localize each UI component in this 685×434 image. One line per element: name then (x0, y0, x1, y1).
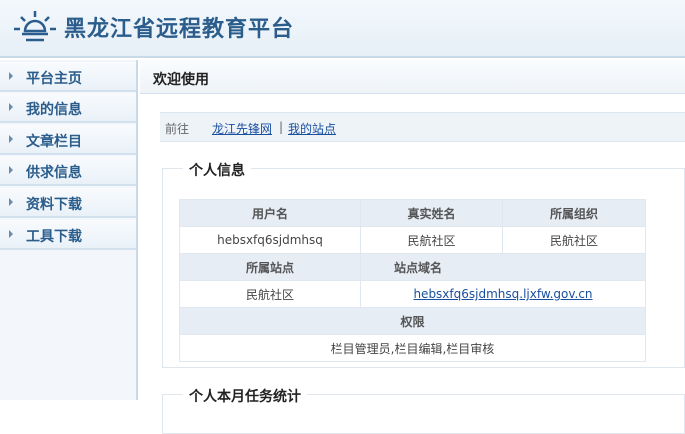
sidebar-item-label: 资料下载 (26, 197, 82, 213)
link-separator: | (279, 120, 284, 134)
sidebar-item-tools[interactable]: 工具下载 (0, 220, 136, 250)
chevron-right-icon (9, 72, 13, 80)
sidebar-item-articles[interactable]: 文章栏目 (0, 125, 136, 155)
header: 黑龙江省远程教育平台 (0, 0, 685, 58)
sidebar-item-my-info[interactable]: 我的信息 (0, 93, 136, 123)
col-header-organization: 所属组织 (502, 199, 646, 227)
personal-info-section: 个人信息 用户名 真实姓名 所属组织 hebsxfq6sjdmhsq 民航社区 … (162, 160, 685, 368)
permissions-value: 栏目管理员,栏目编辑,栏目审核 (179, 334, 646, 362)
col-header-domain: 站点域名 (360, 253, 646, 281)
domain-link[interactable]: hebsxfq6sjdmhsq.ljxfw.gov.cn (413, 287, 592, 301)
col-header-username: 用户名 (179, 199, 361, 227)
goto-label: 前往 (165, 122, 190, 136)
sidebar-item-downloads[interactable]: 资料下载 (0, 188, 136, 218)
sidebar-item-label: 我的信息 (26, 102, 82, 118)
chevron-right-icon (9, 230, 13, 238)
chevron-right-icon (9, 198, 13, 206)
welcome-title: 欢迎使用 (153, 72, 209, 88)
chevron-right-icon (9, 103, 13, 111)
personal-info-table: 用户名 真实姓名 所属组织 hebsxfq6sjdmhsq 民航社区 民航社区 … (179, 199, 646, 362)
task-stats-legend: 个人本月任务统计 (183, 386, 307, 406)
organization-value: 民航社区 (502, 226, 646, 254)
chevron-right-icon (9, 166, 13, 174)
chevron-right-icon (9, 135, 13, 143)
real-name-value: 民航社区 (360, 226, 503, 254)
site-title: 黑龙江省远程教育平台 (64, 17, 295, 42)
site-value: 民航社区 (179, 280, 361, 308)
sidebar-item-label: 平台主页 (26, 71, 82, 87)
main-content: 欢迎使用 前往 龙江先锋网 | 我的站点 个人信息 用户名 真实姓名 所属组织 … (140, 60, 685, 434)
sidebar-item-label: 文章栏目 (26, 134, 82, 150)
sidebar: 平台主页 我的信息 文章栏目 供求信息 资料下载 工具下载 (0, 60, 138, 400)
breadcrumb: 前往 龙江先锋网 | 我的站点 (160, 112, 685, 142)
sidebar-item-label: 供求信息 (26, 165, 82, 181)
sidebar-item-label: 工具下载 (26, 229, 82, 245)
col-header-permissions: 权限 (179, 307, 646, 335)
sun-logo-icon (14, 11, 56, 42)
welcome-bar: 欢迎使用 (140, 60, 685, 94)
sidebar-item-supply-demand[interactable]: 供求信息 (0, 156, 136, 186)
sidebar-item-home[interactable]: 平台主页 (0, 62, 136, 92)
task-stats-section: 个人本月任务统计 (162, 386, 685, 434)
personal-info-legend: 个人信息 (183, 160, 251, 180)
longjiang-link[interactable]: 龙江先锋网 (212, 120, 272, 137)
username-value: hebsxfq6sjdmhsq (179, 226, 361, 254)
col-header-site: 所属站点 (179, 253, 361, 281)
col-header-real-name: 真实姓名 (360, 199, 503, 227)
domain-cell: hebsxfq6sjdmhsq.ljxfw.gov.cn (360, 280, 646, 308)
my-site-link[interactable]: 我的站点 (288, 120, 336, 137)
